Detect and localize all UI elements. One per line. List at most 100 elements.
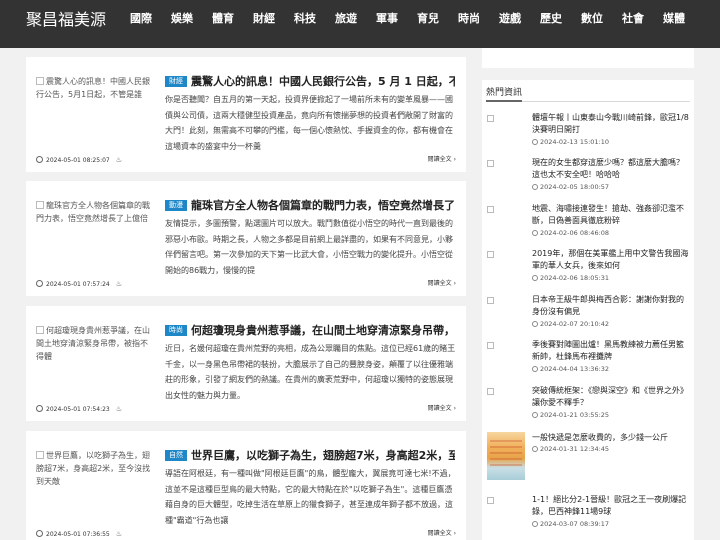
site-logo[interactable]: 聚昌福美源 — [26, 10, 106, 30]
sidebar-top-panel — [482, 48, 694, 68]
article-excerpt: 導語在阿根廷，有一種叫做"阿根廷巨鷹"的鳥，體型龐大，翼展竟可達七米!不過，這並… — [165, 469, 456, 525]
sidebar-item-title[interactable]: 地震、海嘯接連發生！搶劫、強姦卻氾濫不斷，日偽善面具徹底粉碎 — [532, 203, 690, 227]
sidebar-thumbnail[interactable] — [487, 251, 525, 261]
sidebar-thumbnail[interactable] — [487, 388, 525, 398]
clock-icon — [36, 405, 43, 412]
sidebar-item[interactable]: 1-1！絕比分2-1晉級！歐冠之王一夜刷爆記錄，巴西神鋒11場9球 2024-0… — [487, 494, 691, 534]
sidebar-item-date-text: 2024-02-06 08:46:08 — [540, 229, 610, 237]
sidebar-item[interactable]: 突破傳統框架：《戀與深空》和《世界之外》讓你愛不釋手？ 2024-01-21 0… — [487, 385, 691, 421]
sidebar-item[interactable]: 一般快遞是怎麼收費的，多少錢一公斤 2024-01-31 12:34:45 — [487, 432, 691, 482]
article-thumbnail[interactable]: 何超瓊現身貴州惹爭議，在山間土地穿清涼緊身吊帶，被指不得體 — [36, 324, 154, 368]
sidebar-item[interactable]: 季後賽對陣圖出爐！黑馬教練被力薦任男籃新帥，杜鋒馬布裡攤牌 2024-04-04… — [487, 339, 691, 375]
category-badge[interactable]: 自然 — [165, 450, 187, 461]
read-more-link[interactable]: 閱讀全文 › — [428, 278, 456, 290]
broken-image-icon — [487, 251, 494, 258]
category-badge[interactable]: 動漫 — [165, 200, 187, 211]
thumbnail-alt-text: 何超瓊現身貴州惹爭議，在山間土地穿清涼緊身吊帶，被指不得體 — [36, 326, 150, 361]
article-meta: 2024-05-01 08:25:07 ♨ 閱讀全文 › — [36, 154, 456, 166]
broken-image-icon — [487, 497, 494, 504]
article-thumbnail[interactable]: 世界巨鷹，以吃獅子為生，翅膀超7米，身高超2米，至今沒找到天敵 — [36, 449, 154, 493]
chevron-right-icon: › — [453, 280, 456, 287]
article-thumbnail[interactable]: 震驚人心的訊息！中國人民銀行公告，5月1日起，不管是誰 — [36, 75, 154, 119]
article-date: 2024-05-01 07:36:55 — [46, 531, 110, 538]
sidebar-thumbnail[interactable] — [487, 206, 525, 216]
nav-item-games[interactable]: 遊戲 — [499, 11, 521, 27]
sidebar-item-date-text: 2024-02-07 20:10:42 — [540, 320, 610, 328]
article-title[interactable]: 龍珠官方全人物各個篇章的戰門力表，悟空竟然增長了上億倍 — [191, 199, 455, 212]
broken-image-icon — [487, 297, 494, 304]
nav-item-digital[interactable]: 數位 — [581, 11, 603, 27]
sidebar-item[interactable]: 地震、海嘯接連發生！搶劫、強姦卻氾濫不斷，日偽善面具徹底粉碎 2024-02-0… — [487, 203, 691, 239]
article-title[interactable]: 震驚人心的訊息！中國人民銀行公告，5 月 1 日起，不管是誰 — [191, 75, 455, 88]
clock-icon — [532, 366, 538, 372]
broken-image-icon — [36, 201, 44, 209]
article-card[interactable]: 世界巨鷹，以吃獅子為生，翅膀超7米，身高超2米，至今沒找到天敵 自然 世界巨鷹，以… — [26, 431, 466, 540]
sidebar-item-title[interactable]: 2019年，那個在美軍艦上用中文警告我國海軍的華人女兵，後來如何 — [532, 248, 690, 272]
chevron-right-icon: › — [453, 156, 456, 163]
chevron-right-icon: › — [453, 405, 456, 412]
article-thumbnail[interactable]: 龍珠官方全人物各個篇章的戰門力表，悟空竟然增長了上億倍 — [36, 199, 154, 243]
article-excerpt: 友情提示，多圖預警，點選圖片可以放大。戰鬥數值從小悟空的時代一直到最後的邪惡小布… — [165, 219, 453, 275]
image-detail — [490, 452, 522, 454]
sidebar-thumbnail[interactable] — [487, 115, 525, 125]
read-more-label: 閱讀全文 — [427, 280, 452, 287]
article-card[interactable]: 震驚人心的訊息！中國人民銀行公告，5月1日起，不管是誰 財經 震驚人心的訊息！中國… — [26, 57, 466, 172]
sidebar-item[interactable]: 日本帝王級牛郎與梅西合影：謝謝你對我的身份沒有偏見 2024-02-07 20:… — [487, 294, 691, 330]
sidebar-item-title[interactable]: 體壇午報丨山東泰山今戰川崎前鋒，歐冠1/8決賽明日開打 — [532, 112, 690, 136]
sidebar-item-title[interactable]: 1-1！絕比分2-1晉級！歐冠之王一夜刷爆記錄，巴西神鋒11場9球 — [532, 494, 690, 518]
article-title-row: 自然世界巨鷹，以吃獅子為生，翅膀超7米，身高超2米，至今沒找到天敵 — [165, 444, 455, 464]
nav-item-sports[interactable]: 體育 — [212, 11, 234, 27]
hot-news-sidebar: 熱門資訊 體壇午報丨山東泰山今戰川崎前鋒，歐冠1/8決賽明日開打 2024-02… — [482, 80, 694, 540]
article-date: 2024-05-01 08:25:07 — [46, 157, 110, 164]
article-title[interactable]: 何超瓊現身貴州惹爭議，在山間土地穿清涼緊身吊帶，被指不得體 — [191, 324, 455, 337]
nav-item-fashion[interactable]: 時尚 — [458, 11, 480, 27]
article-date: 2024-05-01 07:54:23 — [46, 406, 110, 413]
sidebar-item[interactable]: 現在的女生都穿這麼少嗎？都這麼大膽嗎？這也太不安全吧！哈哈哈 2024-02-0… — [487, 157, 691, 193]
clock-icon — [36, 280, 43, 287]
sidebar-item-title[interactable]: 一般快遞是怎麼收費的，多少錢一公斤 — [532, 432, 690, 444]
sidebar-thumbnail-image[interactable] — [487, 432, 525, 480]
nav-item-history[interactable]: 歷史 — [540, 11, 562, 27]
nav-item-parenting[interactable]: 育兒 — [417, 11, 439, 27]
nav-item-travel[interactable]: 旅遊 — [335, 11, 357, 27]
nav-item-society[interactable]: 社會 — [622, 11, 644, 27]
nav-item-media[interactable]: 媒體 — [663, 11, 685, 27]
sidebar-item-title[interactable]: 季後賽對陣圖出爐！黑馬教練被力薦任男籃新帥，杜鋒馬布裡攤牌 — [532, 339, 690, 363]
article-excerpt: 你是否聽聞？自五月的第一天起，投資界便掀起了一場前所未有的變革風暴——國債與公司… — [165, 95, 453, 151]
article-title[interactable]: 世界巨鷹，以吃獅子為生，翅膀超7米，身高超2米，至今沒找到天敵 — [191, 449, 455, 462]
article-title-row: 時尚何超瓊現身貴州惹爭議，在山間土地穿清涼緊身吊帶，被指不得體 — [165, 319, 455, 339]
read-more-link[interactable]: 閱讀全文 › — [428, 403, 456, 415]
article-card[interactable]: 何超瓊現身貴州惹爭議，在山間土地穿清涼緊身吊帶，被指不得體 時尚 何超瓊現身貴州惹… — [26, 306, 466, 421]
sidebar-item-title[interactable]: 現在的女生都穿這麼少嗎？都這麼大膽嗎？這也太不安全吧！哈哈哈 — [532, 157, 690, 181]
sidebar-heading: 熱門資訊 — [486, 88, 523, 98]
image-detail — [490, 446, 522, 448]
sidebar-item-date: 2024-02-13 15:01:10 — [532, 138, 609, 147]
sidebar-thumbnail[interactable] — [487, 297, 525, 307]
sidebar-item-title[interactable]: 突破傳統框架：《戀與深空》和《世界之外》讓你愛不釋手？ — [532, 385, 690, 409]
image-detail — [490, 440, 522, 442]
nav-item-military[interactable]: 軍事 — [376, 11, 398, 27]
read-more-link[interactable]: 閱讀全文 › — [428, 154, 456, 166]
sidebar-thumbnail[interactable] — [487, 160, 525, 170]
nav-item-international[interactable]: 國際 — [130, 11, 152, 27]
article-excerpt: 近日，名媛何超瓊在貴州荒野的亮相，成為公眾矚目的焦點。這位已經61歲的賭王千金，… — [165, 344, 456, 400]
clock-icon — [532, 321, 538, 327]
nav-item-tech[interactable]: 科技 — [294, 11, 316, 27]
article-card[interactable]: 龍珠官方全人物各個篇章的戰門力表，悟空竟然增長了上億倍 動漫 龍珠官方全人物各個篇… — [26, 181, 466, 296]
sidebar-thumbnail[interactable] — [487, 497, 525, 507]
sidebar-item-date-text: 2024-02-05 18:00:57 — [540, 183, 610, 191]
read-more-link[interactable]: 閱讀全文 › — [428, 528, 456, 540]
sidebar-heading-underline — [486, 100, 522, 102]
views-fire-icon: ♨ — [115, 156, 123, 164]
sidebar-item-date-text: 2024-04-04 13:36:32 — [540, 365, 610, 373]
category-badge[interactable]: 財經 — [165, 76, 187, 87]
sidebar-item[interactable]: 體壇午報丨山東泰山今戰川崎前鋒，歐冠1/8決賽明日開打 2024-02-13 1… — [487, 112, 691, 148]
broken-image-icon — [487, 388, 494, 395]
sidebar-item-date: 2024-01-21 03:55:25 — [532, 411, 609, 420]
sidebar-item[interactable]: 2019年，那個在美軍艦上用中文警告我國海軍的華人女兵，後來如何 2024-02… — [487, 248, 691, 284]
sidebar-thumbnail[interactable] — [487, 342, 525, 352]
sidebar-item-title[interactable]: 日本帝王級牛郎與梅西合影：謝謝你對我的身份沒有偏見 — [532, 294, 690, 318]
nav-item-entertainment[interactable]: 娛樂 — [171, 11, 193, 27]
category-badge[interactable]: 時尚 — [165, 325, 187, 336]
nav-item-finance[interactable]: 財經 — [253, 11, 275, 27]
